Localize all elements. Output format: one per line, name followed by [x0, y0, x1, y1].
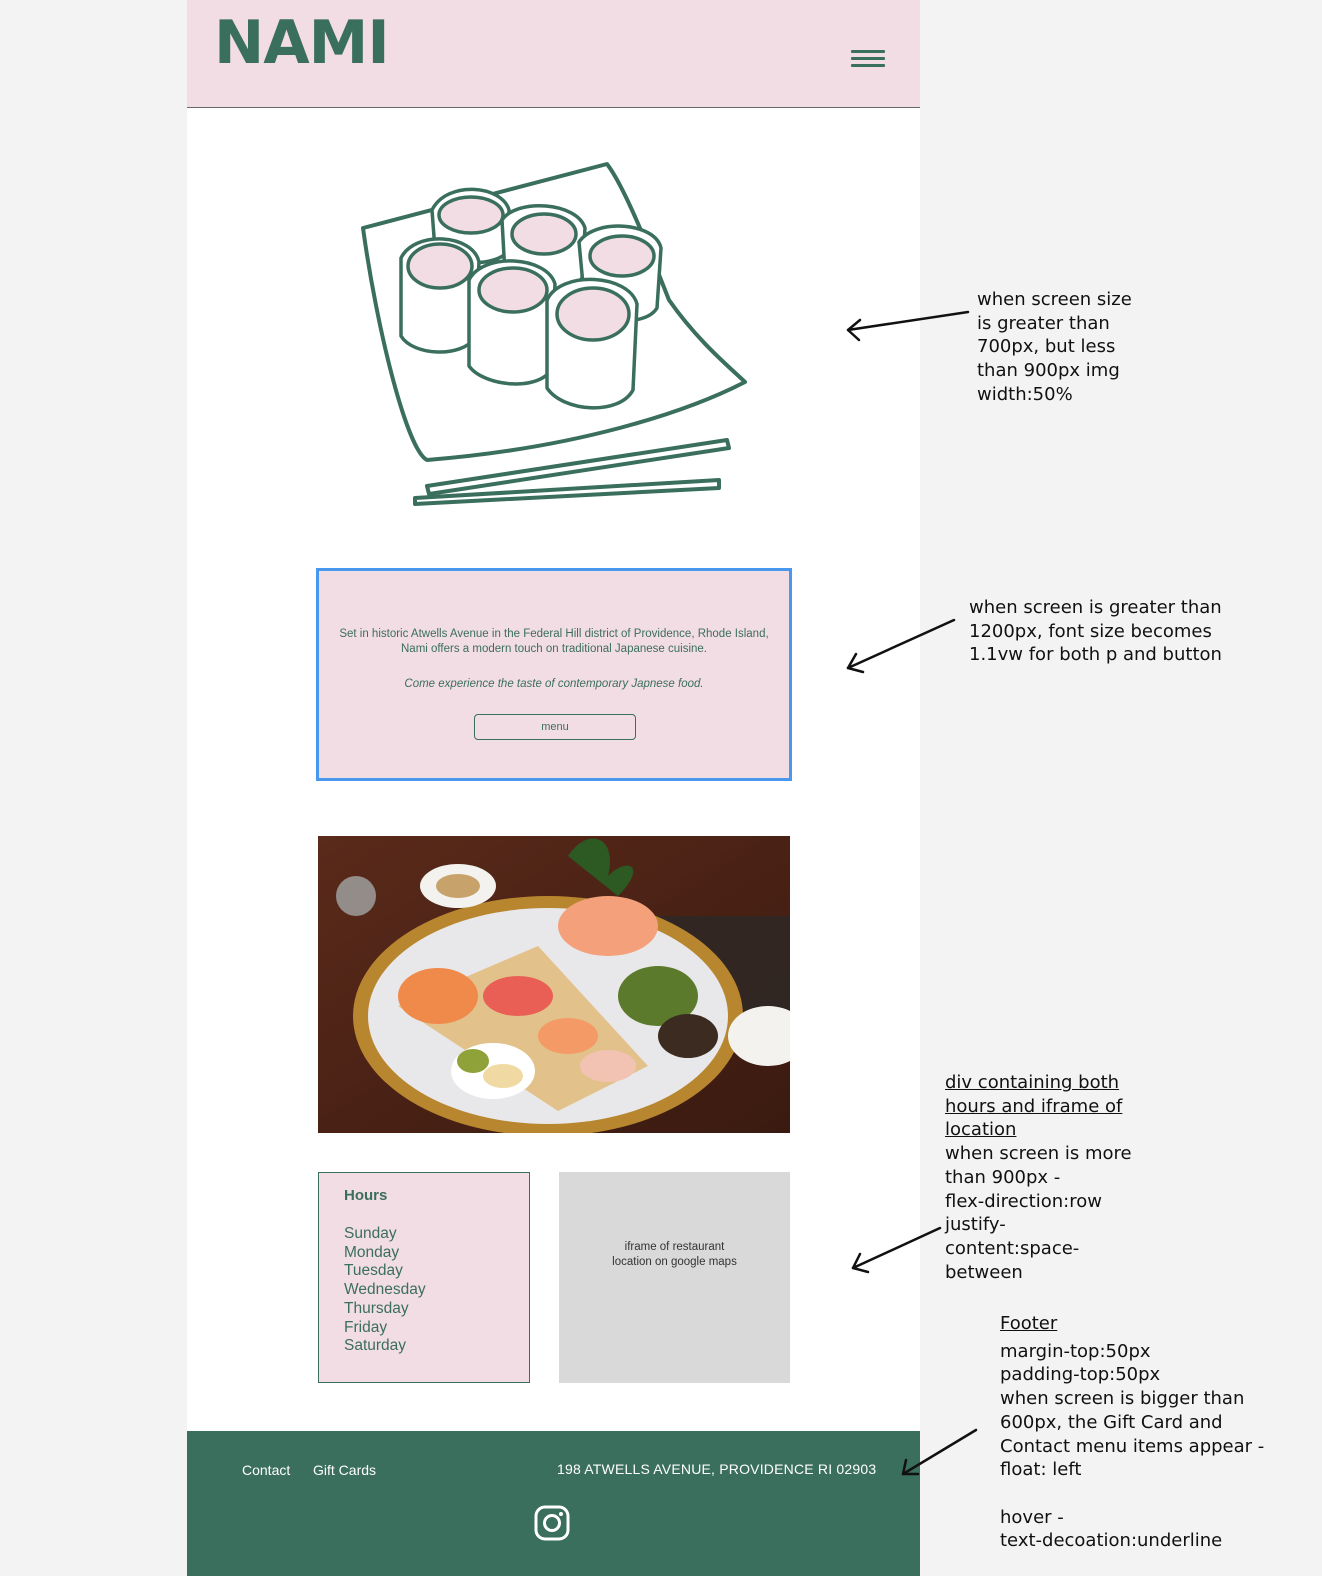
page-mockup: NAMI Set in historic Atwells Avenue in t [187, 0, 920, 1576]
hours-day-list: Sunday Monday Tuesday Wednesday Thursday… [344, 1225, 426, 1356]
hours-day: Wednesday [344, 1281, 426, 1299]
sushi-rolls-illustration [361, 162, 747, 506]
hours-day: Monday [344, 1243, 400, 1261]
menu-button[interactable]: menu [474, 714, 636, 740]
hours-title: Hours [344, 1187, 388, 1204]
intro-section: Set in historic Atwells Avenue in the Fe… [316, 568, 792, 781]
hours-day: Sunday [344, 1225, 397, 1242]
intro-paragraph: Set in historic Atwells Avenue in the Fe… [339, 628, 769, 655]
hours-box: Hours Sunday Monday Tuesday Wednesday Th… [318, 1172, 530, 1383]
map-placeholder-line: location on google maps [612, 1256, 737, 1268]
site-footer: Contact Gift Cards 198 ATWELLS AVENUE, P… [187, 1431, 920, 1576]
site-logo[interactable]: NAMI [214, 8, 390, 78]
hamburger-menu-icon[interactable] [851, 50, 885, 74]
hours-day: Friday [344, 1318, 388, 1336]
annotation-font-size: when screen is greater than 1200px, font… [969, 597, 1222, 666]
site-header: NAMI [187, 0, 920, 108]
sushi-platter-photo [318, 836, 790, 1133]
annotation-image-width: when screen size is greater than 700px, … [977, 289, 1132, 405]
footer-contact-link[interactable]: Contact [242, 1462, 290, 1478]
annotation-flex-div: div containing both hours and iframe of … [945, 1072, 1132, 1283]
hours-day: Tuesday [344, 1262, 403, 1280]
footer-gift-cards-link[interactable]: Gift Cards [313, 1462, 376, 1478]
footer-address: 198 ATWELLS AVENUE, PROVIDENCE RI 02903 [557, 1461, 877, 1477]
map-iframe-placeholder[interactable]: iframe of restaurant location on google … [559, 1172, 790, 1383]
annotation-footer: Footer margin-top:50px padding-top:50px … [1000, 1313, 1265, 1552]
hours-day: Saturday [344, 1337, 407, 1355]
map-placeholder-line: iframe of restaurant [624, 1241, 725, 1253]
instagram-icon[interactable] [534, 1505, 570, 1541]
intro-tagline: Come experience the taste of contemporar… [404, 678, 704, 690]
hours-day: Thursday [344, 1299, 409, 1317]
